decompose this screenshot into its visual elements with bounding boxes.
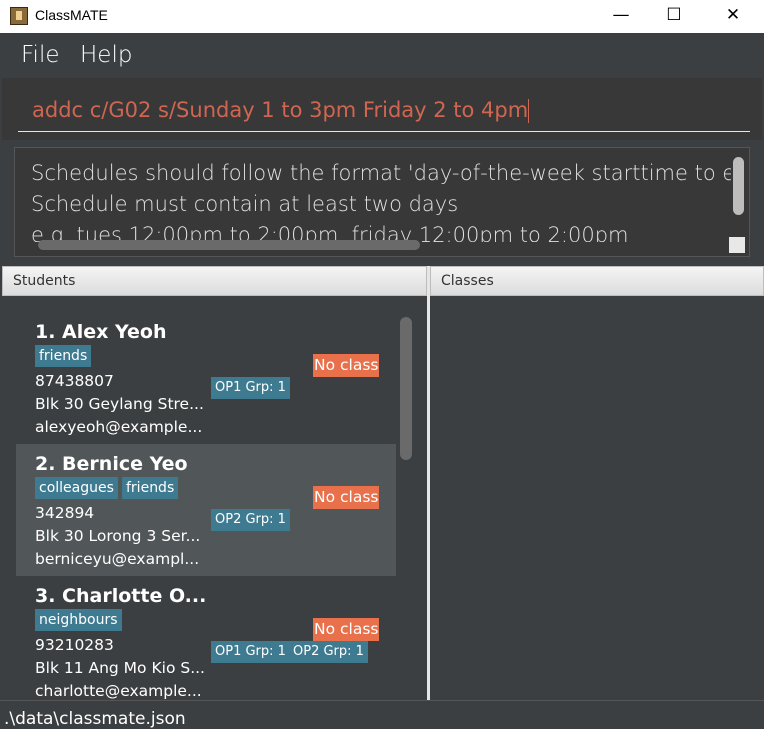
- command-text: addc c/G02 s/Sunday 1 to 3pm Friday 2 to…: [32, 98, 529, 122]
- student-list: 1. Alex Yeoh friends 87438807 Blk 30 Gey…: [2, 297, 427, 700]
- student-email: alexyeoh@example...: [35, 418, 203, 436]
- student-email: berniceyu@exampl...: [35, 550, 200, 568]
- student-address: Blk 30 Lorong 3 Ser...: [35, 527, 201, 545]
- student-name: 2. Bernice Yeo: [35, 453, 188, 475]
- title-bar: ClassMATE — ☐ ✕: [0, 0, 764, 33]
- result-text: Schedules should follow the format 'day-…: [31, 161, 731, 242]
- student-tag: friends: [122, 477, 179, 499]
- class-list: [430, 297, 764, 700]
- classes-header[interactable]: Classes: [430, 266, 764, 296]
- student-email: charlotte@example...: [35, 682, 202, 700]
- command-input[interactable]: addc c/G02 s/Sunday 1 to 3pm Friday 2 to…: [18, 92, 750, 132]
- students-header[interactable]: Students: [2, 266, 427, 296]
- result-horizontal-scrollbar[interactable]: [38, 240, 420, 250]
- menu-help[interactable]: Help: [80, 42, 132, 68]
- student-address: Blk 11 Ang Mo Kio S...: [35, 659, 205, 677]
- student-phone: 342894: [35, 504, 95, 522]
- group-badge: OP2 Grp: 1: [289, 641, 368, 663]
- student-phone: 87438807: [35, 372, 114, 390]
- result-display: Schedules should follow the format 'day-…: [14, 147, 750, 257]
- group-badge: OP1 Grp: 1: [211, 377, 290, 399]
- student-name: 3. Charlotte O...: [35, 585, 207, 607]
- menu-file[interactable]: File: [21, 42, 60, 68]
- no-class-badge: No class: [313, 354, 380, 377]
- student-address: Blk 30 Geylang Stre...: [35, 395, 204, 413]
- maximize-button[interactable]: ☐: [651, 0, 697, 32]
- close-button[interactable]: ✕: [710, 0, 756, 32]
- group-badge: OP2 Grp: 1: [211, 509, 290, 531]
- app-icon: [10, 7, 28, 25]
- status-bar: .\data\classmate.json: [0, 700, 764, 729]
- group-badge: OP1 Grp: 1: [211, 641, 290, 663]
- scroll-corner: [729, 237, 745, 253]
- window-title: ClassMATE: [35, 7, 108, 23]
- menu-bar: File Help: [0, 33, 764, 78]
- student-phone: 93210283: [35, 636, 114, 654]
- student-card[interactable]: 2. Bernice Yeo colleagues friends 342894…: [16, 444, 396, 576]
- minimize-button[interactable]: —: [598, 0, 644, 32]
- no-class-badge: No class: [313, 618, 380, 641]
- command-box: addc c/G02 s/Sunday 1 to 3pm Friday 2 to…: [2, 78, 762, 140]
- save-location: .\data\classmate.json: [4, 709, 186, 729]
- text-caret: [528, 99, 530, 123]
- no-class-badge: No class: [313, 486, 380, 509]
- result-vertical-scrollbar[interactable]: [733, 157, 744, 215]
- student-tag: friends: [35, 345, 92, 367]
- student-list-scrollbar[interactable]: [400, 317, 412, 460]
- student-tag: neighbours: [35, 609, 122, 631]
- student-tag: colleagues: [35, 477, 118, 499]
- student-name: 1. Alex Yeoh: [35, 321, 167, 343]
- student-card[interactable]: 1. Alex Yeoh friends 87438807 Blk 30 Gey…: [16, 312, 396, 444]
- student-card[interactable]: 3. Charlotte O... neighbours 93210283 Bl…: [16, 576, 396, 700]
